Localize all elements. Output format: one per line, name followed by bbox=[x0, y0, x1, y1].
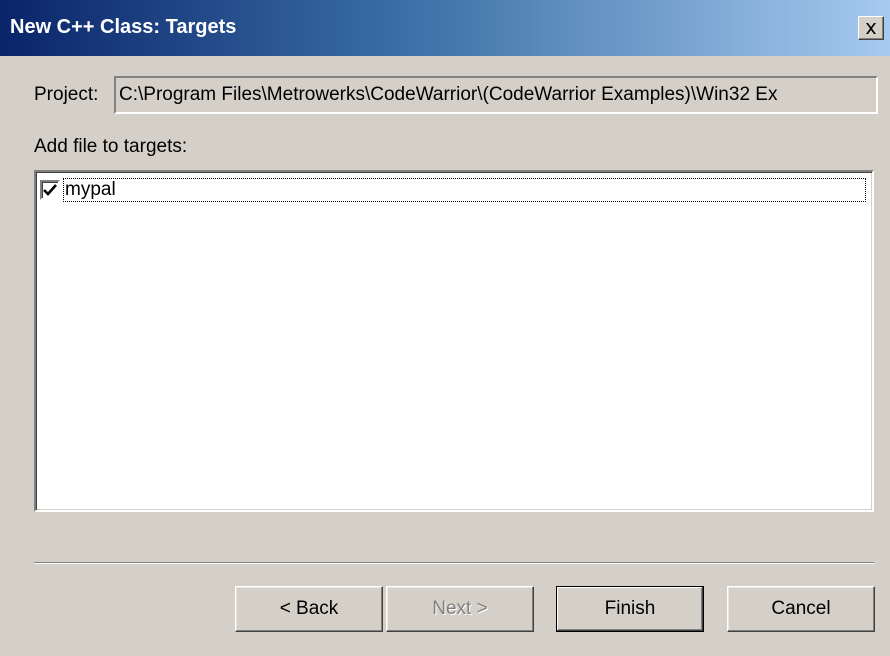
cancel-button[interactable]: Cancel bbox=[727, 586, 875, 632]
add-file-to-targets-label: Add file to targets: bbox=[34, 136, 188, 157]
target-checkbox[interactable] bbox=[40, 180, 60, 200]
close-icon bbox=[866, 22, 876, 34]
next-button[interactable]: Next > bbox=[386, 586, 534, 632]
finish-button[interactable]: Finish bbox=[556, 586, 704, 632]
project-label: Project: bbox=[34, 84, 99, 105]
window-title: New C++ Class: Targets bbox=[10, 16, 237, 38]
close-button[interactable] bbox=[858, 16, 884, 40]
back-button[interactable]: < Back bbox=[235, 586, 383, 632]
new-class-targets-dialog: New C++ Class: Targets Project: C:\Progr… bbox=[0, 0, 890, 656]
list-item[interactable]: mypal bbox=[40, 176, 866, 204]
checkmark-icon bbox=[43, 184, 57, 196]
title-bar[interactable]: New C++ Class: Targets bbox=[0, 0, 890, 56]
target-label[interactable]: mypal bbox=[63, 178, 866, 202]
separator bbox=[34, 562, 874, 564]
project-path-field[interactable]: C:\Program Files\Metrowerks\CodeWarrior\… bbox=[114, 76, 878, 114]
targets-list[interactable]: mypal bbox=[34, 170, 874, 512]
